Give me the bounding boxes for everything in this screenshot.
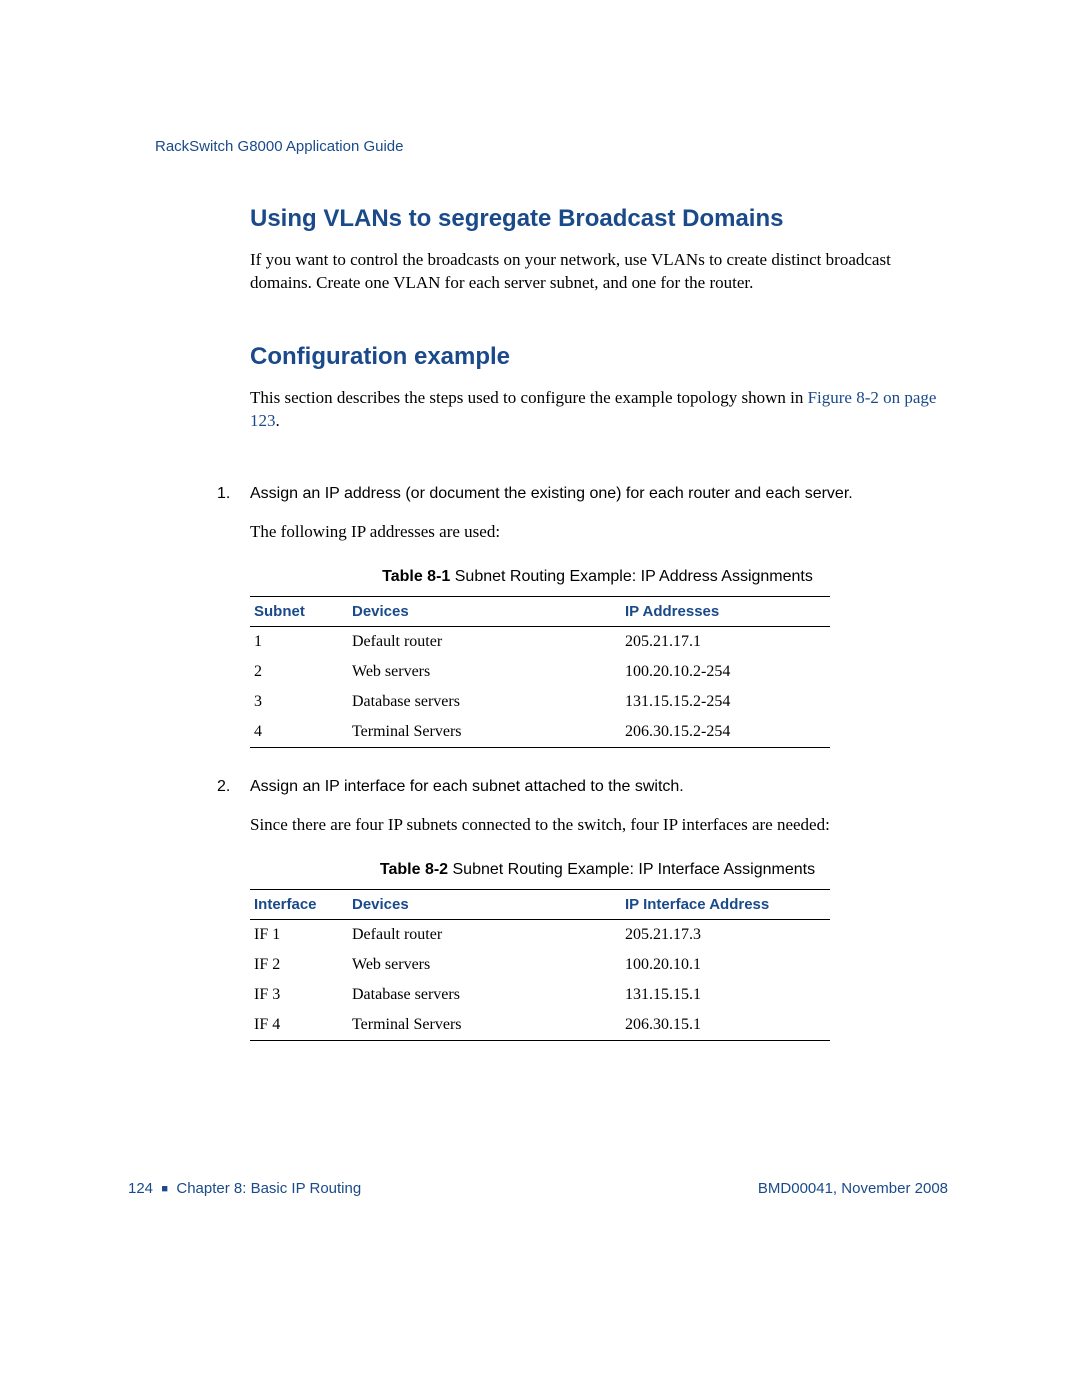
- para-config-lead: This section describes the steps used to…: [250, 387, 945, 433]
- footer-right: BMD00041, November 2008: [758, 1180, 948, 1197]
- cell: Database servers: [348, 687, 621, 717]
- th-interface: Interface: [250, 890, 348, 920]
- cell: IF 3: [250, 980, 348, 1010]
- table-row: 2 Web servers 100.20.10.2-254: [250, 657, 830, 687]
- cell: 3: [250, 687, 348, 717]
- cell: 131.15.15.1: [621, 980, 830, 1010]
- table-1-caption: Table 8-1 Subnet Routing Example: IP Add…: [250, 568, 945, 586]
- cell: 205.21.17.1: [621, 627, 830, 658]
- cell: Terminal Servers: [348, 1010, 621, 1041]
- table-row: IF 1 Default router 205.21.17.3: [250, 920, 830, 951]
- table-2: Interface Devices IP Interface Address I…: [250, 889, 830, 1041]
- th-ip-if: IP Interface Address: [621, 890, 830, 920]
- heading-vlans: Using VLANs to segregate Broadcast Domai…: [250, 205, 945, 233]
- th-subnet: Subnet: [250, 597, 348, 627]
- running-header: RackSwitch G8000 Application Guide: [155, 138, 945, 155]
- chapter-title: Chapter 8: Basic IP Routing: [176, 1180, 361, 1197]
- cell: Terminal Servers: [348, 717, 621, 748]
- cell: Default router: [348, 627, 621, 658]
- page-content: RackSwitch G8000 Application Guide Using…: [155, 138, 945, 1069]
- table-header-row: Interface Devices IP Interface Address: [250, 890, 830, 920]
- cell: Web servers: [348, 950, 621, 980]
- cell: 206.30.15.1: [621, 1010, 830, 1041]
- table-row: 4 Terminal Servers 206.30.15.2-254: [250, 717, 830, 748]
- cell: 206.30.15.2-254: [621, 717, 830, 748]
- para-vlans: If you want to control the broadcasts on…: [250, 249, 945, 295]
- table-row: 3 Database servers 131.15.15.2-254: [250, 687, 830, 717]
- page-number: 124: [128, 1180, 153, 1197]
- cell: 2: [250, 657, 348, 687]
- table-header-row: Subnet Devices IP Addresses: [250, 597, 830, 627]
- para-config-text: This section describes the steps used to…: [250, 388, 808, 407]
- step-text: Assign an IP interface for each subnet a…: [250, 776, 945, 798]
- heading-config-example: Configuration example: [250, 343, 945, 371]
- step-1: 1. Assign an IP address (or document the…: [217, 483, 945, 505]
- step-number: 1.: [217, 483, 250, 505]
- table-1: Subnet Devices IP Addresses 1 Default ro…: [250, 596, 830, 748]
- cell: Web servers: [348, 657, 621, 687]
- cell: Database servers: [348, 980, 621, 1010]
- cell: 131.15.15.2-254: [621, 687, 830, 717]
- step-2-sub: Since there are four IP subnets connecte…: [250, 814, 945, 837]
- step-text: Assign an IP address (or document the ex…: [250, 483, 945, 505]
- page-footer: 124 ■ Chapter 8: Basic IP Routing BMD000…: [128, 1180, 948, 1197]
- table-2-label: Table 8-2: [380, 861, 448, 878]
- cell: 205.21.17.3: [621, 920, 830, 951]
- table-row: IF 2 Web servers 100.20.10.1: [250, 950, 830, 980]
- table-row: IF 4 Terminal Servers 206.30.15.1: [250, 1010, 830, 1041]
- cell: IF 4: [250, 1010, 348, 1041]
- cell: 4: [250, 717, 348, 748]
- step-1-sub: The following IP addresses are used:: [250, 521, 945, 544]
- cell: 100.20.10.2-254: [621, 657, 830, 687]
- table-1-label: Table 8-1: [382, 568, 450, 585]
- table-1-title: Subnet Routing Example: IP Address Assig…: [450, 568, 813, 585]
- table-row: IF 3 Database servers 131.15.15.1: [250, 980, 830, 1010]
- cell: IF 2: [250, 950, 348, 980]
- th-devices: Devices: [348, 597, 621, 627]
- table-2-title: Subnet Routing Example: IP Interface Ass…: [448, 861, 815, 878]
- cell: 100.20.10.1: [621, 950, 830, 980]
- cell: IF 1: [250, 920, 348, 951]
- th-devices: Devices: [348, 890, 621, 920]
- step-2: 2. Assign an IP interface for each subne…: [217, 776, 945, 798]
- cell: 1: [250, 627, 348, 658]
- step-number: 2.: [217, 776, 250, 798]
- para-config-tail: .: [276, 411, 280, 430]
- th-ip: IP Addresses: [621, 597, 830, 627]
- footer-left: 124 ■ Chapter 8: Basic IP Routing: [128, 1180, 361, 1197]
- table-row: 1 Default router 205.21.17.1: [250, 627, 830, 658]
- square-icon: ■: [161, 1183, 168, 1195]
- cell: Default router: [348, 920, 621, 951]
- table-2-caption: Table 8-2 Subnet Routing Example: IP Int…: [250, 861, 945, 879]
